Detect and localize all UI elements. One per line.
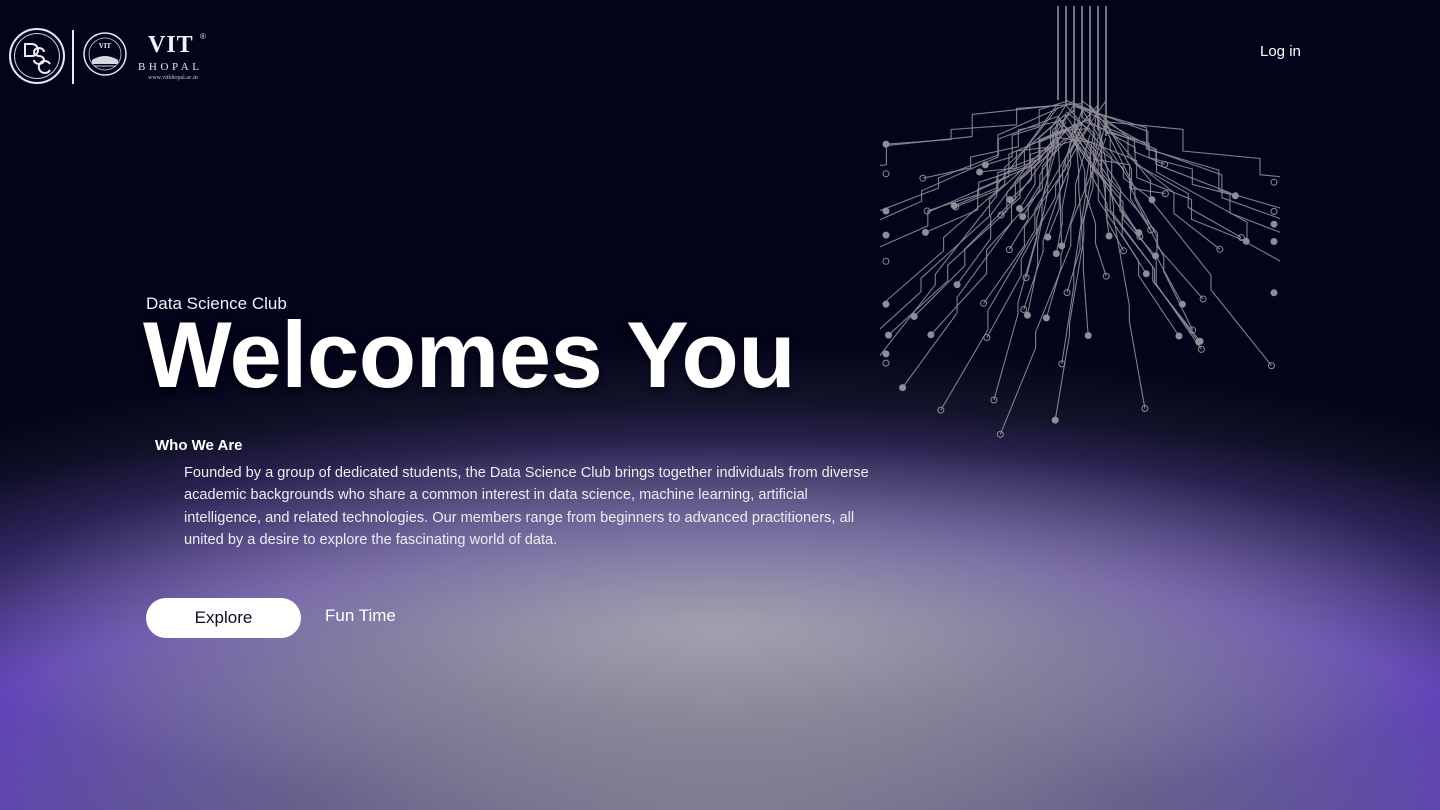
hero-headline: Welcomes You xyxy=(143,302,796,407)
circuit-tree-icon xyxy=(880,6,1280,438)
logo-divider xyxy=(72,30,74,84)
vit-seal-icon: VIT xyxy=(83,32,127,76)
svg-text:VIT: VIT xyxy=(99,42,112,50)
vit-seal-logo[interactable]: VIT xyxy=(82,30,128,78)
dsc-logo[interactable] xyxy=(9,28,65,84)
explore-button[interactable]: Explore xyxy=(146,598,301,638)
section-title: Who We Are xyxy=(155,437,243,454)
dsc-monogram-icon xyxy=(24,43,51,74)
vit-wordmark: VIT xyxy=(148,32,194,58)
vit-city-label: BHOPAL xyxy=(138,61,203,73)
fun-time-link[interactable]: Fun Time xyxy=(325,606,396,626)
vit-url-label: www.vitbhopal.ac.in xyxy=(148,75,198,81)
about-description: Founded by a group of dedicated students… xyxy=(184,465,869,548)
registered-mark: ® xyxy=(200,32,206,41)
